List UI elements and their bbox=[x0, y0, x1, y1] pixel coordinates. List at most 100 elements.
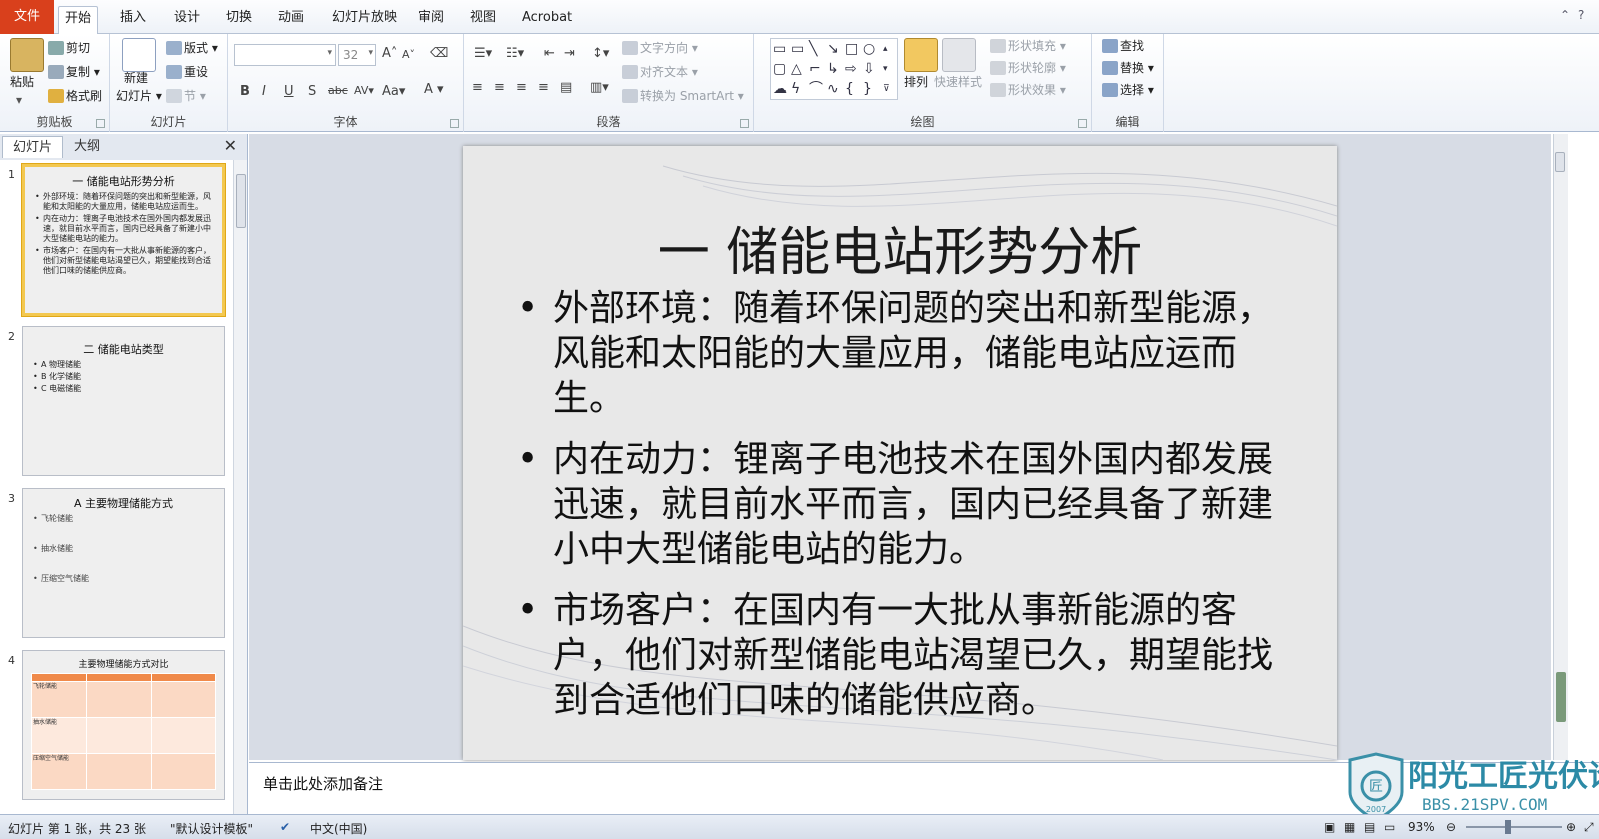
slideshow-icon[interactable]: ▭ bbox=[1384, 820, 1395, 834]
tab-outline[interactable]: 大纲 bbox=[64, 136, 110, 158]
italic-button[interactable]: I bbox=[262, 84, 266, 99]
elbow-connector-shape-icon[interactable]: ⌐ bbox=[809, 61, 821, 77]
cut-button[interactable]: 剪切 bbox=[48, 40, 90, 56]
increase-indent-icon[interactable]: ⇥ bbox=[564, 46, 575, 61]
text-direction-button[interactable]: 文字方向 ▾ bbox=[622, 40, 698, 56]
align-text-button[interactable]: 对齐文本 ▾ bbox=[622, 64, 698, 80]
oval-shape-icon[interactable]: ○ bbox=[863, 41, 875, 57]
clear-formatting-icon[interactable]: ⌫ bbox=[430, 46, 448, 61]
spellcheck-icon[interactable]: ✔ bbox=[280, 820, 290, 834]
font-name-field[interactable]: ▾ bbox=[234, 44, 336, 66]
tab-animations[interactable]: 动画 bbox=[272, 6, 310, 34]
tab-acrobat[interactable]: Acrobat bbox=[516, 6, 578, 34]
align-right-icon[interactable]: ≡ bbox=[516, 80, 527, 95]
arrange-button[interactable]: 排列 bbox=[904, 74, 928, 90]
tab-transitions[interactable]: 切换 bbox=[220, 6, 258, 34]
freeform-shape-icon[interactable]: ∿ bbox=[827, 81, 839, 97]
notes-placeholder[interactable]: 单击此处添加备注 bbox=[263, 773, 383, 794]
current-slide[interactable]: 一 储能电站形势分析 • 外部环境：随着环保问题的突出和新型能源，风能和太阳能的大… bbox=[463, 146, 1337, 760]
change-case-button[interactable]: Aa▾ bbox=[382, 84, 405, 99]
format-painter-button[interactable]: 格式刷 bbox=[48, 88, 102, 104]
clipboard-launcher-icon[interactable] bbox=[96, 119, 105, 128]
minimize-ribbon-icon[interactable]: ⌃ bbox=[1560, 8, 1570, 22]
shape-effects-button[interactable]: 形状效果 ▾ bbox=[990, 82, 1066, 98]
help-icon[interactable]: ? bbox=[1578, 8, 1584, 22]
tab-review[interactable]: 审阅 bbox=[412, 6, 450, 34]
thumbnail-scrollbar[interactable] bbox=[233, 160, 247, 814]
tab-home[interactable]: 开始 bbox=[58, 6, 99, 34]
elbow-arrow-shape-icon[interactable]: ↳ bbox=[827, 61, 839, 77]
paragraph-launcher-icon[interactable] bbox=[740, 119, 749, 128]
shrink-font-button[interactable]: A˅ bbox=[402, 48, 415, 61]
underline-button[interactable]: U bbox=[284, 84, 294, 99]
slide-scrollbar[interactable] bbox=[1553, 134, 1568, 760]
shape-outline-button[interactable]: 形状轮廓 ▾ bbox=[990, 60, 1066, 76]
zoom-slider[interactable] bbox=[1466, 826, 1562, 828]
gallery-up-icon[interactable]: ▴ bbox=[883, 41, 888, 57]
close-panel-icon[interactable]: ✕ bbox=[224, 136, 237, 155]
strikethrough-button[interactable]: abc bbox=[328, 84, 348, 97]
slide-body[interactable]: • 外部环境：随着环保问题的突出和新型能源，风能和太阳能的大量应用，储能电站应运而… bbox=[513, 286, 1273, 739]
left-brace-shape-icon[interactable]: { bbox=[845, 81, 854, 97]
numbering-icon[interactable]: ☷▾ bbox=[506, 46, 524, 61]
new-slide-button[interactable]: 幻灯片 ▾ bbox=[116, 88, 162, 104]
line-spacing-icon[interactable]: ↕▾ bbox=[592, 46, 609, 61]
down-arrow-shape-icon[interactable]: ⇩ bbox=[863, 61, 875, 77]
paste-button[interactable]: 粘贴 bbox=[10, 74, 34, 90]
normal-view-icon[interactable]: ▣ bbox=[1324, 820, 1335, 834]
bold-button[interactable]: B bbox=[240, 84, 250, 99]
font-color-button[interactable]: A ▾ bbox=[424, 82, 444, 97]
triangle-shape-icon[interactable]: △ bbox=[791, 61, 802, 77]
tab-slides[interactable]: 幻灯片 bbox=[2, 136, 64, 158]
select-button[interactable]: 选择 ▾ bbox=[1102, 82, 1154, 98]
font-size-dropdown-icon[interactable]: ▾ bbox=[368, 48, 373, 58]
rounded-rect-shape-icon[interactable]: ▢ bbox=[773, 61, 786, 77]
copy-button[interactable]: 复制 ▾ bbox=[48, 64, 100, 80]
thumbnail-scroll-thumb[interactable] bbox=[236, 174, 246, 228]
paste-dropdown-icon[interactable]: ▾ bbox=[16, 92, 22, 108]
gallery-more-icon[interactable]: ⊽ bbox=[883, 81, 890, 97]
fit-slide-icon[interactable]: ⤢ bbox=[1584, 820, 1594, 835]
replace-button[interactable]: 替换 ▾ bbox=[1102, 60, 1154, 76]
tab-slideshow[interactable]: 幻灯片放映 bbox=[326, 6, 403, 34]
gallery-down-icon[interactable]: ▾ bbox=[883, 61, 888, 77]
right-brace-shape-icon[interactable]: } bbox=[863, 81, 872, 97]
reading-view-icon[interactable]: ▤ bbox=[1364, 820, 1375, 834]
shape-fill-button[interactable]: 形状填充 ▾ bbox=[990, 38, 1066, 54]
shapes-gallery[interactable]: ▭ ▭ ╲ ↘ □ ○ ▢ △ ⌐ ↳ ⇨ ⇩ ☁ ϟ ⌒ ∿ { } ▴ ▾ … bbox=[770, 38, 898, 100]
callout-shape-icon[interactable]: ☁ bbox=[773, 81, 787, 97]
tab-insert[interactable]: 插入 bbox=[114, 6, 152, 34]
slide-thumbnail-2[interactable]: 二 储能电站类型 A 物理储能 B 化学储能 C 电磁储能 bbox=[22, 326, 225, 476]
vertical-textbox-shape-icon[interactable]: ▭ bbox=[791, 41, 804, 57]
align-left-icon[interactable]: ≡ bbox=[472, 80, 483, 95]
tab-file[interactable]: 文件 bbox=[0, 0, 54, 34]
decrease-indent-icon[interactable]: ⇤ bbox=[544, 46, 555, 61]
textbox-shape-icon[interactable]: ▭ bbox=[773, 41, 786, 57]
reset-button[interactable]: 重设 bbox=[166, 64, 208, 80]
tab-design[interactable]: 设计 bbox=[168, 6, 206, 34]
slide-title[interactable]: 一 储能电站形势分析 bbox=[463, 210, 1337, 285]
zoom-level[interactable]: 93% bbox=[1408, 820, 1435, 834]
convert-smartart-button[interactable]: 转换为 SmartArt ▾ bbox=[622, 88, 744, 104]
curve-shape-icon[interactable]: ⌒ bbox=[809, 81, 823, 97]
zoom-slider-thumb[interactable] bbox=[1505, 820, 1511, 834]
find-button[interactable]: 查找 bbox=[1102, 38, 1144, 54]
lightning-shape-icon[interactable]: ϟ bbox=[791, 81, 800, 97]
distribute-icon[interactable]: ▤ bbox=[560, 80, 572, 95]
columns-icon[interactable]: ▥▾ bbox=[590, 80, 609, 95]
shadow-button[interactable]: S bbox=[308, 84, 316, 99]
arrow-line-shape-icon[interactable]: ↘ bbox=[827, 41, 839, 57]
theme-status[interactable]: "默认设计模板" bbox=[170, 820, 253, 837]
line-shape-icon[interactable]: ╲ bbox=[809, 41, 817, 57]
font-name-dropdown-icon[interactable]: ▾ bbox=[327, 48, 332, 58]
tab-view[interactable]: 视图 bbox=[464, 6, 502, 34]
char-spacing-button[interactable]: AV▾ bbox=[354, 84, 374, 97]
slide-sorter-icon[interactable]: ▦ bbox=[1344, 820, 1355, 834]
right-arrow-shape-icon[interactable]: ⇨ bbox=[845, 61, 857, 77]
layout-button[interactable]: 版式 ▾ bbox=[166, 40, 218, 56]
new-slide-label[interactable]: 新建 bbox=[124, 70, 148, 86]
section-button[interactable]: 节 ▾ bbox=[166, 88, 206, 104]
justify-icon[interactable]: ≡ bbox=[538, 80, 549, 95]
language-status[interactable]: 中文(中国) bbox=[310, 820, 367, 837]
bullets-icon[interactable]: ☰▾ bbox=[474, 46, 492, 61]
